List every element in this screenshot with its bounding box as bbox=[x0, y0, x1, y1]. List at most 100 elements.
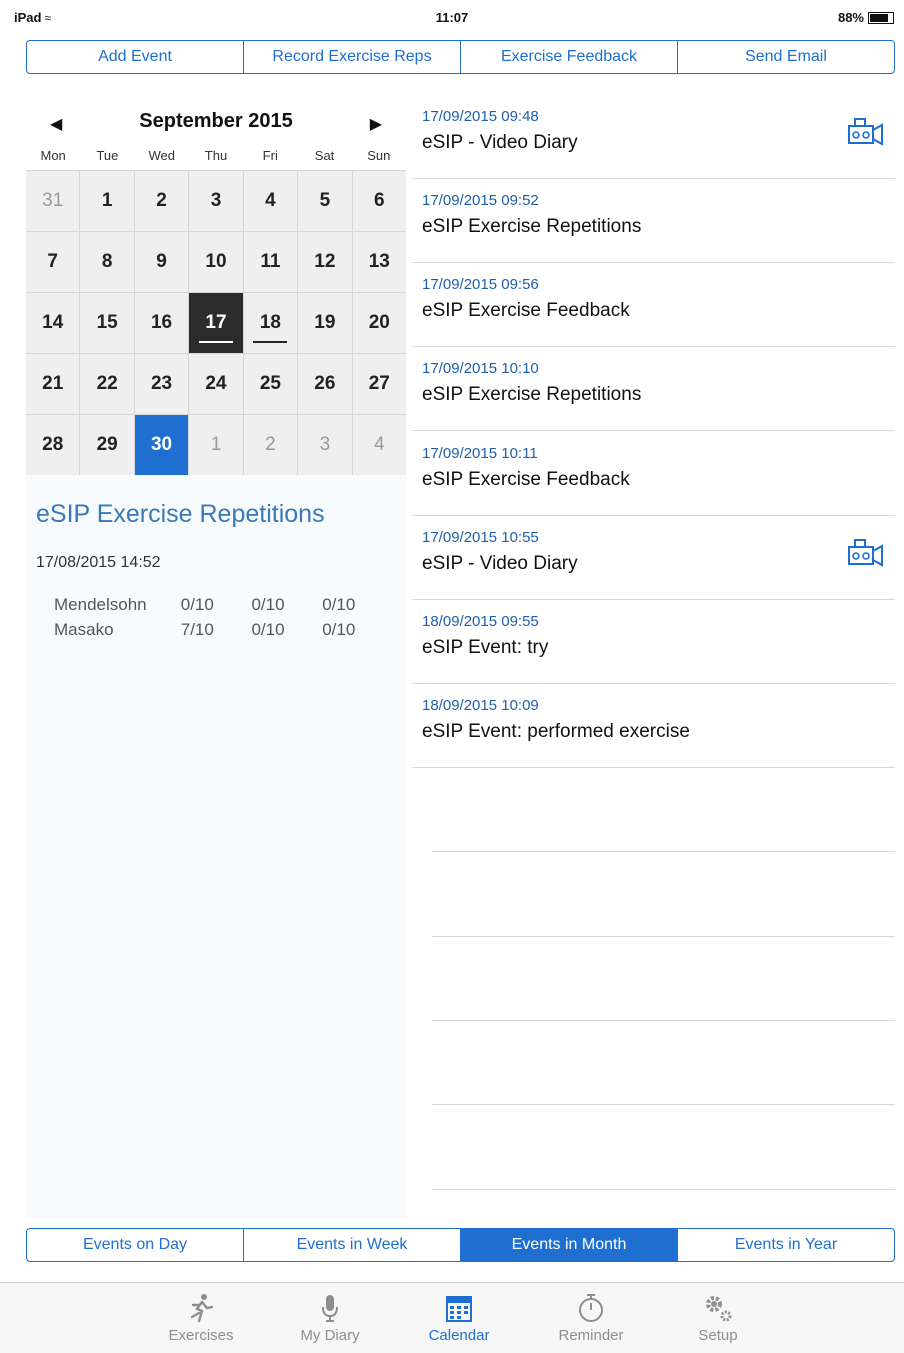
tab-exercises[interactable]: Exercises bbox=[156, 1291, 246, 1344]
events-in-week-tab[interactable]: Events in Week bbox=[244, 1229, 461, 1261]
event-list-item[interactable]: 18/09/2015 09:55 eSIP Event: try bbox=[412, 599, 895, 684]
calendar-day[interactable]: 13 bbox=[352, 232, 406, 292]
event-detail-title: eSIP Exercise Repetitions bbox=[36, 500, 325, 528]
weekday-label: Thu bbox=[204, 148, 228, 163]
calendar-day[interactable]: 1 bbox=[189, 415, 243, 475]
calendar-day[interactable]: 18 bbox=[243, 293, 298, 353]
calendar-day-number: 3 bbox=[319, 434, 331, 455]
calendar-day[interactable]: 29 bbox=[80, 415, 134, 475]
tab-label: My Diary bbox=[300, 1327, 360, 1344]
calendar-day-number: 29 bbox=[96, 434, 118, 455]
calendar-day[interactable]: 31 bbox=[26, 171, 80, 231]
video-camera-icon[interactable] bbox=[847, 537, 885, 572]
events-on-day-tab[interactable]: Events on Day bbox=[27, 1229, 244, 1261]
battery-percent: 88% bbox=[837, 10, 864, 25]
events-in-year-tab[interactable]: Events in Year bbox=[678, 1229, 894, 1261]
calendar-day-number: 16 bbox=[150, 312, 173, 333]
calendar-day[interactable]: 21 bbox=[26, 354, 80, 414]
events-in-month-tab[interactable]: Events in Month bbox=[461, 1229, 678, 1261]
calendar-day[interactable]: 27 bbox=[352, 354, 406, 414]
calendar-day-number: 10 bbox=[205, 251, 227, 272]
exercise-feedback-button[interactable]: Exercise Feedback bbox=[461, 41, 678, 73]
calendar-day[interactable]: 22 bbox=[80, 354, 134, 414]
weekday-label: Sun bbox=[367, 148, 391, 163]
calendar-day[interactable]: 3 bbox=[189, 171, 243, 231]
record-exercise-reps-button[interactable]: Record Exercise Reps bbox=[244, 41, 461, 73]
calendar-day[interactable]: 24 bbox=[189, 354, 243, 414]
calendar-day[interactable]: 16 bbox=[134, 293, 189, 353]
weekday-label: Sat bbox=[314, 148, 335, 163]
calendar-day[interactable]: 8 bbox=[80, 232, 134, 292]
calendar-day[interactable]: 7 bbox=[26, 232, 80, 292]
event-list-item[interactable]: 17/09/2015 09:48 eSIP - Video Diary bbox=[412, 94, 895, 179]
calendar-day[interactable]: 9 bbox=[134, 232, 189, 292]
calendar-day[interactable]: 23 bbox=[134, 354, 189, 414]
calendar-day[interactable]: 15 bbox=[80, 293, 134, 353]
event-list-item[interactable]: 17/09/2015 10:55 eSIP - Video Diary bbox=[412, 515, 895, 600]
calendar-day-number: 5 bbox=[319, 190, 331, 211]
event-list-item[interactable]: 18/09/2015 10:09 eSIP Event: performed e… bbox=[412, 683, 895, 768]
calendar-day[interactable]: 10 bbox=[189, 232, 243, 292]
tab-my-diary[interactable]: My Diary bbox=[285, 1291, 375, 1344]
calendar-day[interactable]: 5 bbox=[298, 171, 352, 231]
calendar-day[interactable]: 28 bbox=[26, 415, 80, 475]
calendar-day-number: 4 bbox=[373, 434, 385, 455]
event-title: eSIP - Video Diary bbox=[422, 132, 578, 153]
repetition-row: Masako 7/10 0/10 0/10 bbox=[54, 617, 388, 642]
weekday-label: Tue bbox=[96, 148, 119, 163]
calendar-day-number: 30 bbox=[150, 434, 173, 455]
calendar-day[interactable]: 2 bbox=[134, 171, 189, 231]
calendar-day[interactable]: 19 bbox=[298, 293, 352, 353]
tab-calendar[interactable]: Calendar bbox=[414, 1291, 504, 1344]
tab-setup[interactable]: Setup bbox=[673, 1291, 763, 1344]
calendar-day-number: 15 bbox=[96, 312, 118, 333]
repetition-value: 7/10 bbox=[180, 620, 214, 639]
empty-row-divider bbox=[432, 1104, 895, 1105]
event-list-item[interactable]: 17/09/2015 10:10 eSIP Exercise Repetitio… bbox=[412, 346, 895, 431]
calendar-day[interactable]: 1 bbox=[80, 171, 134, 231]
calendar-day-number: 21 bbox=[42, 373, 64, 394]
calendar-day[interactable]: 11 bbox=[243, 232, 298, 292]
calendar-day-number: 24 bbox=[205, 373, 227, 394]
calendar-day[interactable]: 12 bbox=[298, 232, 352, 292]
calendar-day[interactable]: 14 bbox=[26, 293, 80, 353]
event-timestamp: 17/09/2015 10:55 bbox=[422, 529, 539, 546]
month-label: September 2015 bbox=[139, 110, 293, 132]
tab-reminder[interactable]: Reminder bbox=[546, 1291, 636, 1344]
calendar-day-number: 25 bbox=[259, 373, 281, 394]
calendar-day[interactable]: 20 bbox=[352, 293, 406, 353]
empty-row-divider bbox=[432, 851, 895, 852]
calendar-day-number: 13 bbox=[368, 251, 390, 272]
add-event-button[interactable]: Add Event bbox=[27, 41, 244, 73]
calendar-day[interactable]: 4 bbox=[243, 171, 298, 231]
calendar-day[interactable]: 6 bbox=[352, 171, 406, 231]
send-email-button[interactable]: Send Email bbox=[678, 41, 894, 73]
calendar-day-number: 27 bbox=[368, 373, 390, 394]
calendar-day-selected[interactable]: 30 bbox=[134, 415, 189, 475]
calendar-day[interactable]: 3 bbox=[298, 415, 352, 475]
event-list-item[interactable]: 17/09/2015 09:52 eSIP Exercise Repetitio… bbox=[412, 178, 895, 263]
event-title: eSIP Exercise Repetitions bbox=[422, 384, 642, 405]
event-title: eSIP Exercise Repetitions bbox=[422, 216, 642, 237]
event-list-item[interactable]: 17/09/2015 10:11 eSIP Exercise Feedback bbox=[412, 431, 895, 516]
calendar-day-number: 20 bbox=[368, 312, 390, 333]
calendar-day-number: 3 bbox=[210, 190, 222, 211]
calendar-day[interactable]: 2 bbox=[243, 415, 298, 475]
battery-indicator: 88% bbox=[838, 10, 894, 25]
empty-row-divider bbox=[432, 936, 895, 937]
calendar-day[interactable]: 26 bbox=[298, 354, 352, 414]
range-segmented-control: Events on Day Events in Week Events in M… bbox=[26, 1228, 895, 1262]
repetition-value: 0/10 bbox=[322, 595, 356, 614]
calendar-panel: ◀ September 2015 ▶ Mon Tue Wed Thu Fri S… bbox=[26, 94, 406, 1218]
calendar-day-number: 2 bbox=[265, 434, 276, 455]
tab-label: Setup bbox=[698, 1327, 738, 1344]
event-title: eSIP Exercise Feedback bbox=[422, 469, 630, 490]
video-camera-icon[interactable] bbox=[847, 116, 885, 151]
weekday-label: Wed bbox=[148, 148, 175, 163]
next-month-icon[interactable]: ▶ bbox=[370, 114, 382, 134]
event-list-item[interactable]: 17/09/2015 09:56 eSIP Exercise Feedback bbox=[412, 262, 895, 347]
calendar-day-today[interactable]: 17 bbox=[189, 293, 243, 353]
calendar-day[interactable]: 25 bbox=[243, 354, 298, 414]
calendar-day[interactable]: 4 bbox=[352, 415, 406, 475]
calendar-day-number: 18 bbox=[259, 312, 281, 333]
